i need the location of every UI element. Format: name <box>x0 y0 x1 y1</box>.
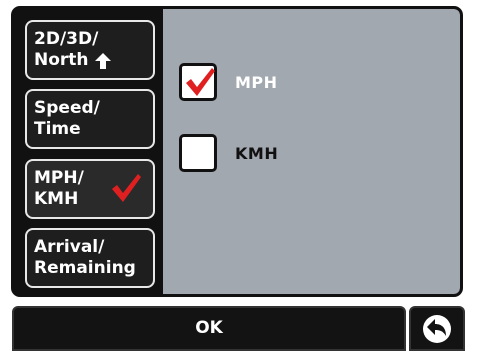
sidebar-item-label: Arrival/ <box>34 237 105 257</box>
checkmark-icon <box>112 174 141 202</box>
sidebar-item-label: Remaining <box>34 258 136 278</box>
sidebar-item-2d-3d-north[interactable]: 2D/3D/ North <box>25 20 155 80</box>
option-label: MPH <box>235 72 278 92</box>
kmh-checkbox[interactable] <box>179 134 217 172</box>
ok-button[interactable]: OK <box>12 306 406 351</box>
mph-checkbox[interactable] <box>179 63 217 101</box>
option-label: KMH <box>235 143 279 163</box>
sidebar-item-label: Time <box>34 119 81 139</box>
checkmark-icon <box>186 68 215 96</box>
sidebar-item-label: North <box>34 50 89 70</box>
options-panel: MPH KMH <box>163 9 460 294</box>
sidebar-item-arrival-remaining[interactable]: Arrival/ Remaining <box>25 228 155 288</box>
back-arrow-icon <box>423 315 451 343</box>
option-kmh[interactable]: KMH <box>179 134 278 172</box>
sidebar-item-label: Speed/ <box>34 98 100 118</box>
sidebar-item-speed-time[interactable]: Speed/ Time <box>25 89 155 149</box>
sidebar: 2D/3D/ North Speed/ Time MPH/ KMH Arriva… <box>14 9 162 294</box>
back-button[interactable] <box>409 306 465 351</box>
arrow-up-icon <box>94 52 111 69</box>
settings-panel: 2D/3D/ North Speed/ Time MPH/ KMH Arriva… <box>11 6 463 297</box>
sidebar-item-label: 2D/3D/ <box>34 29 99 49</box>
sidebar-item-mph-kmh[interactable]: MPH/ KMH <box>25 159 155 219</box>
option-mph[interactable]: MPH <box>179 63 278 101</box>
screen: 2D/3D/ North Speed/ Time MPH/ KMH Arriva… <box>0 0 478 351</box>
ok-button-label: OK <box>195 318 223 338</box>
